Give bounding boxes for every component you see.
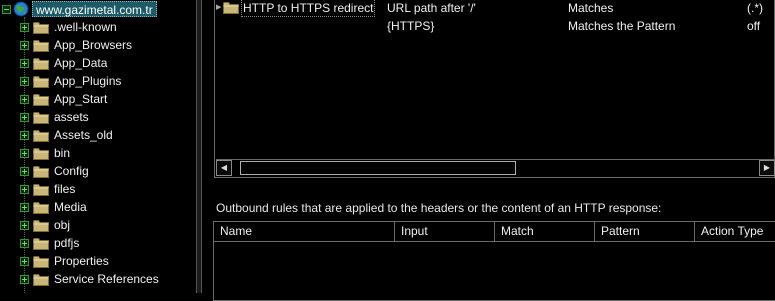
folder-icon <box>223 2 239 14</box>
outbound-rules-caption: Outbound rules that are applied to the h… <box>216 201 662 215</box>
expand-icon[interactable] <box>20 274 29 284</box>
expand-icon[interactable] <box>20 22 29 32</box>
folder-icon <box>33 111 49 124</box>
tree-item[interactable]: Assets_old <box>20 126 113 144</box>
tree-item-label[interactable]: Properties <box>54 254 109 268</box>
folder-icon <box>33 237 49 250</box>
column-header-name[interactable]: Name <box>214 222 395 241</box>
tree-item-label[interactable]: Assets_old <box>54 128 113 142</box>
rule-condition-row[interactable]: {HTTPS} Matches the Pattern off <box>215 17 775 35</box>
tree-item[interactable]: App_Data <box>20 54 107 72</box>
scroll-thumb[interactable] <box>240 161 516 175</box>
folder-icon <box>33 183 49 196</box>
expand-icon[interactable] <box>20 184 29 194</box>
folder-icon <box>33 219 49 232</box>
tree-item-label[interactable]: App_Start <box>54 92 107 106</box>
expand-icon[interactable] <box>20 220 29 230</box>
tree-item[interactable]: files <box>20 180 75 198</box>
outbound-header-row: Name Input Match Pattern Action Type <box>214 222 775 242</box>
expand-icon[interactable] <box>20 40 29 50</box>
collapse-icon[interactable] <box>2 4 11 14</box>
globe-icon <box>13 1 29 17</box>
rule-pattern-cell: (.*) <box>747 1 763 15</box>
tree-item[interactable]: Config <box>20 162 89 180</box>
condition-input-cell: {HTTPS} <box>387 19 435 33</box>
rules-pane: ▶ HTTP to HTTPS redirect URL path after … <box>202 0 775 301</box>
tree-item-label[interactable]: files <box>54 182 75 196</box>
rule-name-cell[interactable]: HTTP to HTTPS redirect <box>241 0 376 17</box>
folder-icon <box>33 165 49 178</box>
tree-item-label[interactable]: App_Data <box>54 56 107 70</box>
folder-icon <box>33 39 49 52</box>
folder-icon <box>33 57 49 70</box>
scroll-right-icon[interactable]: ▶ <box>759 160 775 176</box>
expand-icon[interactable] <box>20 148 29 158</box>
column-header-pattern[interactable]: Pattern <box>595 222 695 241</box>
expand-icon[interactable] <box>20 58 29 68</box>
tree-item-label[interactable]: Media <box>54 200 87 214</box>
tree-item-label[interactable]: App_Plugins <box>54 74 121 88</box>
folder-icon <box>33 147 49 160</box>
inbound-rules-grid[interactable]: ▶ HTTP to HTTPS redirect URL path after … <box>214 0 775 178</box>
rule-input-cell: URL path after '/' <box>387 1 476 15</box>
folder-icon <box>33 129 49 142</box>
folder-icon <box>33 255 49 268</box>
expand-icon[interactable] <box>20 256 29 266</box>
expand-icon[interactable] <box>20 202 29 212</box>
tree-item[interactable]: Properties <box>20 252 109 270</box>
site-name-label[interactable]: www.gazimetal.com.tr <box>32 1 157 17</box>
tree-item[interactable]: App_Browsers <box>20 36 132 54</box>
tree-item-label[interactable]: App_Browsers <box>54 38 132 52</box>
tree-item[interactable]: obj <box>20 216 70 234</box>
condition-pattern-cell: off <box>747 19 761 33</box>
tree-item[interactable]: Media <box>20 198 87 216</box>
folder-icon <box>33 21 49 34</box>
tree-item-label[interactable]: bin <box>54 146 70 160</box>
expand-icon[interactable] <box>20 166 29 176</box>
expand-icon[interactable] <box>20 112 29 122</box>
condition-match-cell: Matches the Pattern <box>568 19 676 33</box>
tree-item[interactable]: assets <box>20 108 89 126</box>
tree-item-label[interactable]: pdfjs <box>54 236 79 250</box>
expand-icon[interactable] <box>20 94 29 104</box>
column-header-input[interactable]: Input <box>395 222 495 241</box>
tree-item[interactable]: App_Plugins <box>20 72 121 90</box>
expand-icon[interactable] <box>20 76 29 86</box>
tree-root-node[interactable]: www.gazimetal.com.tr <box>2 0 157 18</box>
rule-row[interactable]: ▶ HTTP to HTTPS redirect URL path after … <box>215 0 775 17</box>
tree-item-label[interactable]: Config <box>54 164 89 178</box>
expand-icon[interactable] <box>20 238 29 248</box>
folder-icon <box>33 75 49 88</box>
outbound-rules-grid[interactable]: Name Input Match Pattern Action Type <box>213 221 775 301</box>
tree-item-label[interactable]: obj <box>54 218 70 232</box>
tree-item-label[interactable]: Service References <box>54 272 159 286</box>
folder-icon <box>33 93 49 106</box>
tree-item[interactable]: .well-known <box>20 18 117 36</box>
tree-item-label[interactable]: .well-known <box>54 20 117 34</box>
folder-icon <box>33 273 49 286</box>
expand-icon[interactable] <box>20 130 29 140</box>
rule-match-cell: Matches <box>568 1 614 15</box>
tree-item-label[interactable]: assets <box>54 110 89 124</box>
folder-icon <box>33 201 49 214</box>
tree-item[interactable]: bin <box>20 144 70 162</box>
tree-item[interactable]: App_Start <box>20 90 107 108</box>
site-tree[interactable]: www.gazimetal.com.tr .well-known App_Brow… <box>0 0 196 293</box>
row-selector-icon: ▶ <box>216 4 222 11</box>
scroll-left-icon[interactable]: ◀ <box>216 160 232 176</box>
column-header-match[interactable]: Match <box>495 222 595 241</box>
tree-item[interactable]: Service References <box>20 270 159 288</box>
tree-item[interactable]: pdfjs <box>20 234 79 252</box>
horizontal-scrollbar[interactable]: ◀ ▶ <box>216 159 775 176</box>
column-header-action-type[interactable]: Action Type <box>695 222 775 241</box>
